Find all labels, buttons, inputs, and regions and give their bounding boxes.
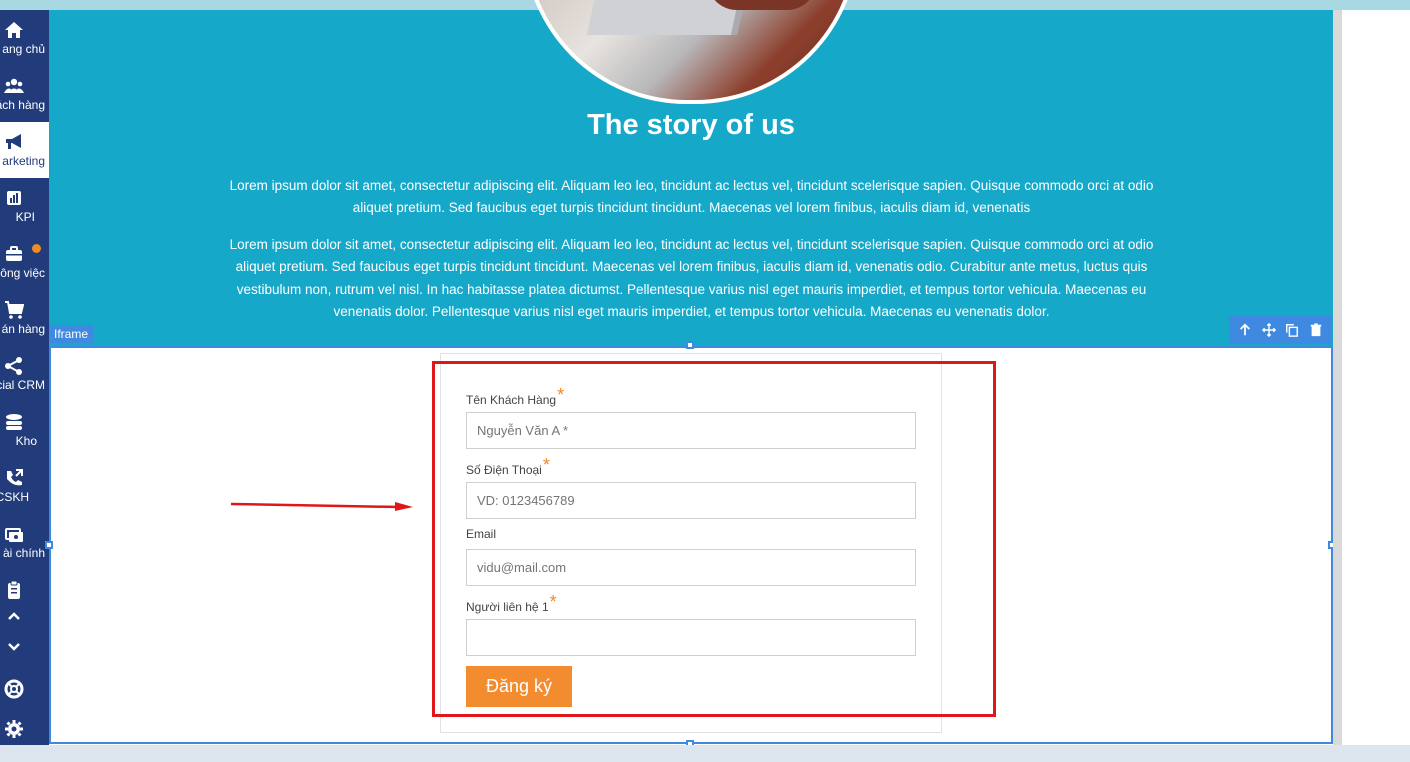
sidebar-item-finance[interactable]: ài chính (0, 514, 49, 570)
chevron-up-icon[interactable] (4, 606, 24, 626)
block-toolbar (1229, 316, 1332, 344)
users-icon (4, 78, 24, 93)
resize-handle-left[interactable] (45, 541, 53, 549)
resize-handle-top[interactable] (686, 341, 694, 349)
gear-icon[interactable] (4, 719, 24, 739)
canvas-scrollbar[interactable] (1333, 10, 1342, 745)
sidebar-item-label: Kho (15, 434, 37, 448)
sidebar-item-label: arketing (2, 154, 45, 168)
story-photo (523, 0, 859, 104)
story-paragraph-2: Lorem ipsum dolor sit amet, consectetur … (229, 237, 1154, 319)
sidebar-item-label: ách hàng (0, 98, 45, 112)
story-section[interactable]: The story of us Lorem ipsum dolor sit am… (49, 0, 1333, 347)
story-paragraph-1: Lorem ipsum dolor sit amet, consectetur … (229, 178, 1154, 216)
share-icon (5, 357, 22, 375)
right-panel (1342, 10, 1410, 745)
sidebar-item-label: ài chính (2, 546, 45, 560)
lifebuoy-icon[interactable] (4, 679, 24, 699)
briefcase-icon (6, 246, 22, 261)
money-icon (5, 528, 23, 542)
sidebar-item-label: CSKH (0, 490, 29, 504)
sidebar-item-kpi[interactable]: KPI (0, 178, 49, 234)
duplicate-icon[interactable] (1284, 322, 1300, 338)
sidebar: ang chủ ách hàng arketing KPI ông việc á… (0, 10, 49, 745)
sidebar-item-marketing[interactable]: arketing (0, 122, 49, 178)
sidebar-item-customer-care[interactable]: CSKH (0, 458, 49, 514)
sidebar-item-label: cial CRM (0, 378, 45, 392)
sidebar-item-tasks[interactable]: ông việc (0, 234, 49, 290)
notification-dot (32, 244, 41, 253)
chevron-down-icon[interactable] (4, 637, 24, 657)
delete-icon[interactable] (1308, 322, 1324, 338)
sidebar-item-sales[interactable]: án hàng (0, 290, 49, 346)
chart-icon (7, 191, 21, 205)
sidebar-item-home[interactable]: ang chủ (0, 10, 49, 66)
sidebar-item-label: án hàng (1, 322, 45, 336)
phone-icon (7, 469, 23, 486)
annotation-arrow (230, 502, 413, 511)
warehouse-icon (6, 414, 22, 430)
cart-icon (5, 301, 24, 319)
editor-canvas: The story of us Lorem ipsum dolor sit am… (45, 0, 1336, 748)
sidebar-item-social-crm[interactable]: cial CRM (0, 346, 49, 402)
sidebar-item-label: KPI (15, 210, 35, 224)
clipboard-icon[interactable] (4, 580, 24, 600)
sidebar-item-warehouse[interactable]: Kho (0, 402, 49, 458)
megaphone-icon (6, 134, 21, 149)
move-up-icon[interactable] (1237, 322, 1253, 338)
home-icon (5, 22, 23, 38)
sidebar-item-customers[interactable]: ách hàng (0, 66, 49, 122)
sidebar-item-label: ông việc (0, 266, 45, 280)
taskbar (0, 745, 1410, 762)
block-type-tag: Iframe (49, 325, 94, 343)
drag-move-icon[interactable] (1261, 322, 1277, 338)
highlight-box (432, 361, 996, 717)
sidebar-item-label: ang chủ (2, 42, 45, 56)
story-title: The story of us (587, 109, 795, 141)
